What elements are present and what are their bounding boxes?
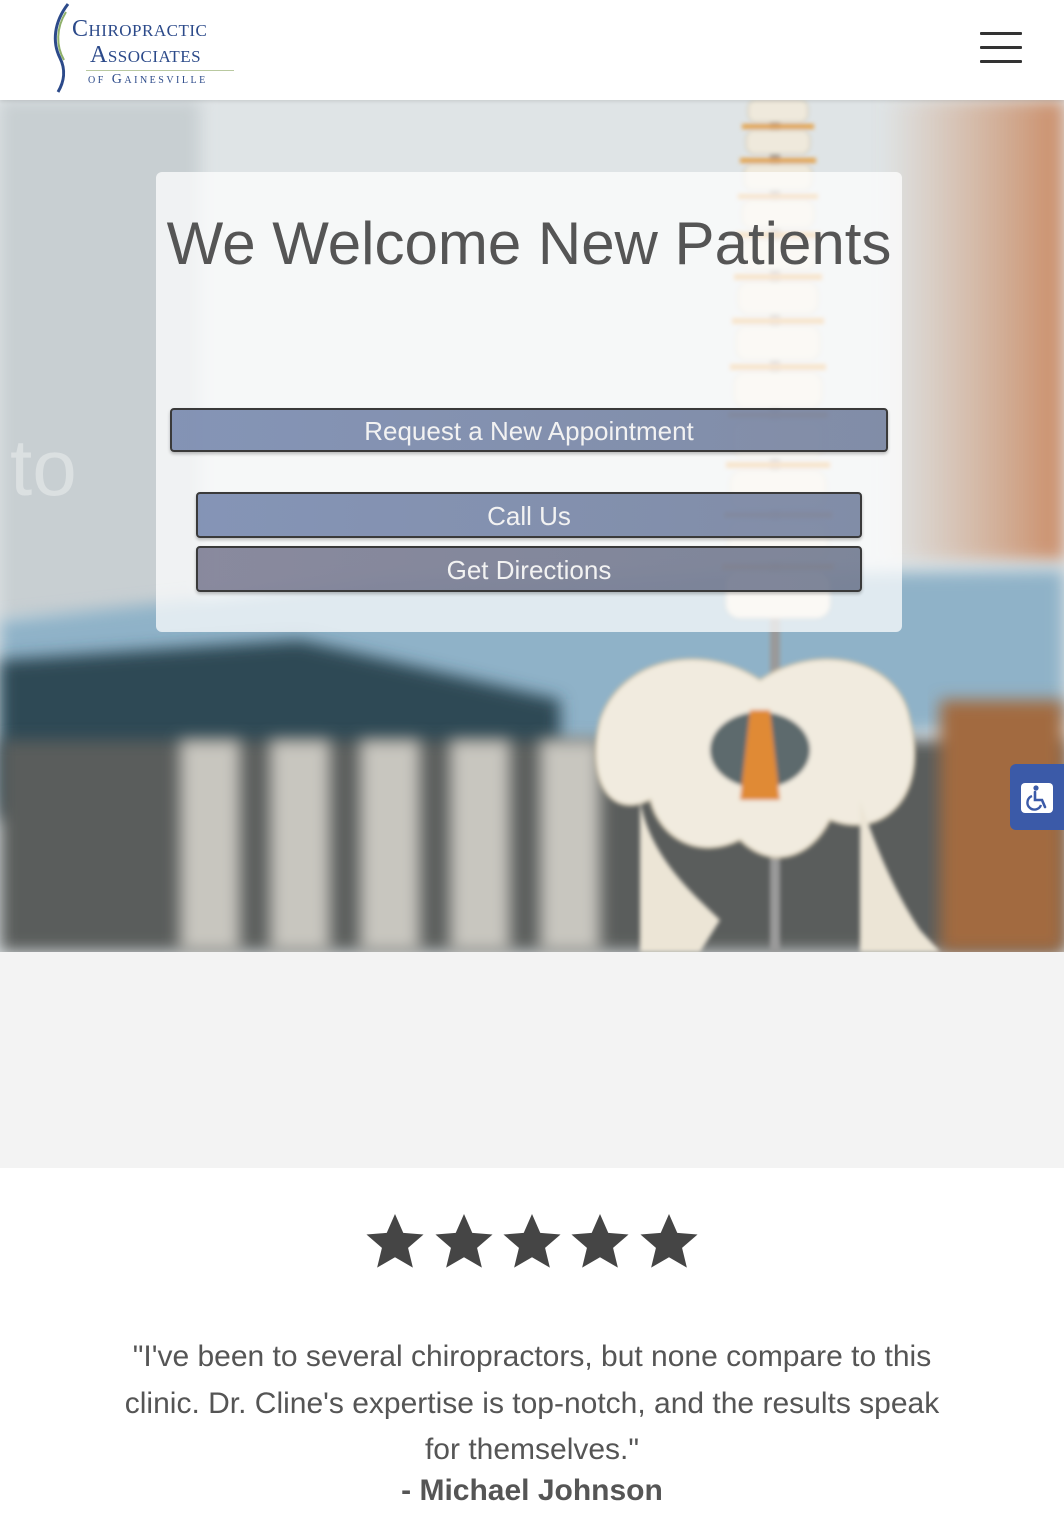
request-appointment-button[interactable]: Request a New Appointment [170, 408, 888, 452]
site-header: Chiropractic Associates of Gainesville [0, 0, 1064, 100]
star-icon [640, 1214, 698, 1268]
menu-bar [980, 60, 1022, 63]
logo-divider [86, 70, 234, 71]
hamburger-menu-icon[interactable] [980, 30, 1022, 64]
testimonial-quote: "I've been to several chiropractors, but… [124, 1340, 940, 1466]
hero-title: We Welcome New Patients [166, 210, 892, 277]
star-icon [435, 1214, 493, 1268]
wheelchair-icon [1021, 783, 1053, 813]
hero-section: to We Welcome New Patients Request a New… [0, 100, 1064, 952]
menu-bar [980, 46, 1022, 49]
testimonial-author: - Michael Johnson [401, 1474, 663, 1507]
welcome-card: We Welcome New Patients Request a New Ap… [156, 172, 902, 632]
site-logo[interactable]: Chiropractic Associates of Gainesville [50, 2, 250, 94]
logo-text-line2: Associates [90, 42, 202, 68]
logo-text-line1: Chiropractic [72, 16, 208, 42]
svg-text:to: to [10, 423, 77, 512]
star-icon [571, 1214, 629, 1268]
menu-bar [980, 32, 1022, 35]
star-icon [366, 1214, 424, 1268]
content-placeholder-band [0, 952, 1064, 1168]
accessibility-button[interactable] [1010, 764, 1064, 830]
logo-text-line3: of Gainesville [88, 72, 208, 87]
star-icon [503, 1214, 561, 1268]
call-us-button[interactable]: Call Us [196, 492, 862, 538]
get-directions-button[interactable]: Get Directions [196, 546, 862, 592]
star-rating [0, 1210, 1064, 1282]
